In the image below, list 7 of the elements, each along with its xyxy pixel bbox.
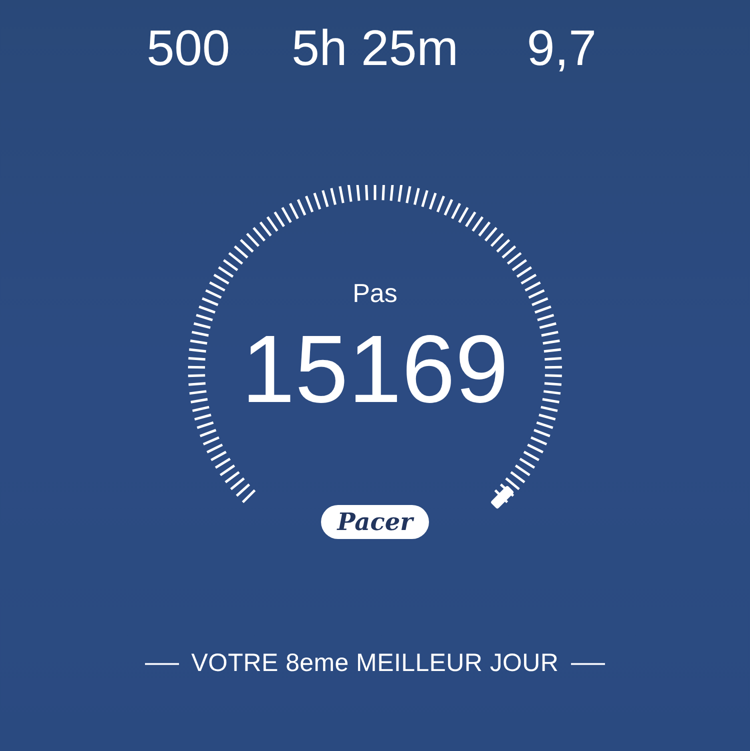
app-logo-badge: Pacer (321, 505, 429, 539)
stat-value: 9,7 (526, 19, 598, 78)
best-day-caption: VOTRE 8eme MEILLEUR JOUR (191, 649, 559, 678)
stat-value: 5h 25m (290, 19, 460, 78)
steps-count: 15169 (242, 315, 508, 425)
steps-label: Pas (352, 278, 398, 309)
stat-value: 500 (146, 19, 232, 78)
